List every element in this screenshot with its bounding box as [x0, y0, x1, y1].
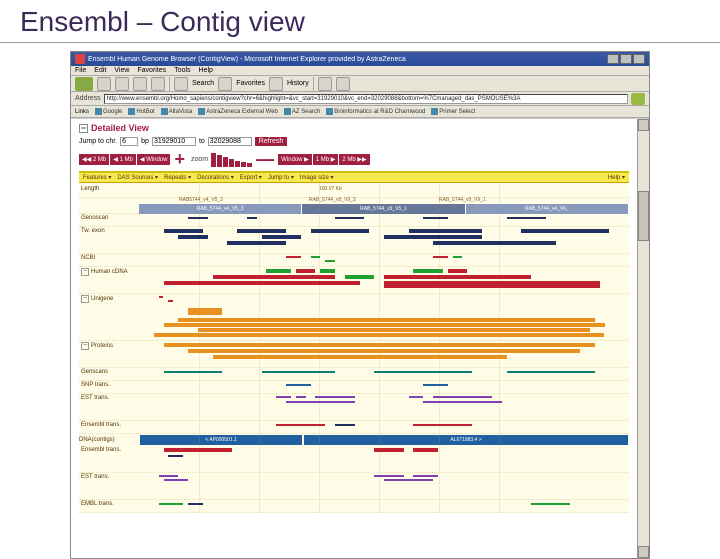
bp-label: bp: [141, 138, 149, 145]
track-unigene: −Unigene: [79, 294, 629, 341]
track-dna-contigs: DNA(contigs) < AP000501.1 AL671883.4 >: [79, 434, 629, 446]
links-bar: Links Google HotBot AltaVista AstraZenec…: [71, 106, 649, 118]
back-button[interactable]: [75, 77, 93, 91]
scrollbar-thumb[interactable]: [638, 191, 649, 241]
menu-export[interactable]: Export ▾: [240, 174, 262, 181]
bp-from-input[interactable]: 31929010: [152, 137, 196, 146]
menu-edit[interactable]: Edit: [94, 67, 106, 74]
menu-jump[interactable]: Jump to ▾: [268, 174, 294, 181]
link-az-external[interactable]: AstraZeneca External Web: [198, 108, 278, 115]
search-label: Search: [192, 80, 214, 87]
collapse-icon[interactable]: −: [79, 124, 88, 133]
scroll-down-button[interactable]: [638, 546, 649, 558]
menu-tools[interactable]: Tools: [174, 67, 190, 74]
contig-a[interactable]: < AP000501.1: [140, 435, 302, 445]
track-genoscan: Genoscan: [79, 214, 629, 227]
menu-decorations[interactable]: Decorations ▾: [197, 174, 234, 181]
scroll-right-2mb[interactable]: 2 Mb ▶▶: [339, 154, 369, 165]
track-genscans: Genscans: [79, 368, 629, 381]
vertical-scrollbar[interactable]: [637, 119, 649, 558]
link-primer-select[interactable]: Primer Select: [431, 108, 475, 115]
search-button[interactable]: [174, 77, 188, 91]
zoom-scale[interactable]: [211, 153, 252, 167]
link-hotbot[interactable]: HotBot: [128, 108, 154, 115]
menu-help[interactable]: Help: [199, 67, 213, 74]
scroll-up-button[interactable]: [638, 119, 649, 131]
window-controls: [607, 54, 645, 64]
window-title: Ensembl Human Genome Browser (ContigView…: [88, 56, 607, 63]
menu-imgsize[interactable]: Image size ▾: [300, 174, 334, 181]
go-button[interactable]: [631, 93, 645, 105]
favorites-label: Favorites: [236, 80, 265, 87]
home-button[interactable]: [151, 77, 165, 91]
track-menu: Features ▾ DAS Sources ▾ Repeats ▾ Decor…: [79, 173, 629, 183]
scroll-left-2mb[interactable]: ◀◀ 2 Mb: [79, 154, 109, 165]
menu-favorites[interactable]: Favorites: [137, 67, 166, 74]
scroll-left-window[interactable]: ◀ Window: [137, 154, 171, 165]
slide-title: Ensembl – Contig view: [0, 0, 720, 43]
menu-help[interactable]: Help ▾: [608, 174, 625, 181]
detailed-view-header: − Detailed View: [79, 123, 629, 135]
zoom-in-icon[interactable]: +: [171, 149, 188, 170]
history-button[interactable]: [269, 77, 283, 91]
page-content: − Detailed View Jump to chr. 6 bp 319290…: [71, 118, 649, 558]
bp-to-input[interactable]: 32029088: [208, 137, 252, 146]
link-altavista[interactable]: AltaVista: [161, 108, 193, 115]
menu-file[interactable]: File: [75, 67, 86, 74]
menu-repeats[interactable]: Repeats ▾: [164, 174, 191, 181]
scroll-left-1mb[interactable]: ◀ 1 Mb: [110, 154, 136, 165]
track-ensembl-trans-2: Ensembl trans.: [79, 446, 629, 473]
link-az-search[interactable]: AZ Search: [284, 108, 320, 115]
track-ncbi: NCBI: [79, 254, 629, 267]
menu-das[interactable]: DAS Sources ▾: [117, 174, 158, 181]
contig-b[interactable]: AL671883.4 >: [304, 435, 628, 445]
forward-button[interactable]: [97, 77, 111, 91]
print-button[interactable]: [336, 77, 350, 91]
menu-features[interactable]: Features ▾: [83, 174, 111, 181]
mail-button[interactable]: [318, 77, 332, 91]
track-tw-exon: Tw. exon: [79, 227, 629, 254]
browser-window: Ensembl Human Genome Browser (ContigView…: [70, 51, 650, 559]
track-ensembl-trans: Ensembl trans.: [79, 421, 629, 434]
track-human-cdna: −Human cDNA: [79, 267, 629, 294]
link-bioinformatics[interactable]: Bioinformatics at R&D Charnwood: [326, 108, 425, 115]
zoom-label: zoom: [189, 156, 210, 163]
stop-button[interactable]: [115, 77, 129, 91]
address-bar: Address http://www.ensembl.org/Homo_sapi…: [71, 92, 649, 106]
app-icon: [75, 54, 85, 64]
bp-to-label: to: [199, 138, 205, 145]
zoom-out-icon[interactable]: —: [253, 149, 277, 170]
jump-controls: Jump to chr. 6 bp 31929010 to 32029088 R…: [79, 135, 629, 148]
history-label: History: [287, 80, 309, 87]
menu-view[interactable]: View: [114, 67, 129, 74]
favorites-button[interactable]: [218, 77, 232, 91]
links-label: Links: [75, 109, 89, 115]
track-est-trans-2: EST trans.: [79, 473, 629, 500]
track-proteins: −Proteins: [79, 341, 629, 368]
track-snp-trans: SNP trans.: [79, 381, 629, 394]
track-contigs-top: RAB5744_v4_V5_3 RAB_5744_v9_V9_3 RAB_574…: [79, 198, 629, 214]
address-label: Address: [75, 95, 101, 102]
scroll-right-window[interactable]: Window ▶: [278, 154, 312, 165]
close-button[interactable]: [633, 54, 645, 64]
track-panel: Length 100.07 Kb RAB5744_v4_V5_3 RAB_574…: [79, 183, 629, 513]
nav-toolbar: Search Favorites History: [71, 76, 649, 92]
minimize-button[interactable]: [607, 54, 619, 64]
refresh-region-button[interactable]: Refresh: [255, 137, 288, 146]
titlebar: Ensembl Human Genome Browser (ContigView…: [71, 52, 649, 66]
chr-input[interactable]: 6: [120, 137, 138, 146]
track-est-trans: EST trans.: [79, 394, 629, 421]
menubar: File Edit View Favorites Tools Help: [71, 66, 649, 76]
zoom-controls: ◀◀ 2 Mb ◀ 1 Mb ◀ Window + zoom — Window …: [79, 148, 629, 173]
scroll-right-1mb[interactable]: 1 Mb ▶: [313, 154, 339, 165]
refresh-button[interactable]: [133, 77, 147, 91]
link-google[interactable]: Google: [95, 108, 122, 115]
address-input[interactable]: http://www.ensembl.org/Homo_sapiens/cont…: [104, 94, 628, 104]
jump-label: Jump to chr.: [79, 138, 117, 145]
maximize-button[interactable]: [620, 54, 632, 64]
track-embl-trans: EMBL trans.: [79, 500, 629, 513]
